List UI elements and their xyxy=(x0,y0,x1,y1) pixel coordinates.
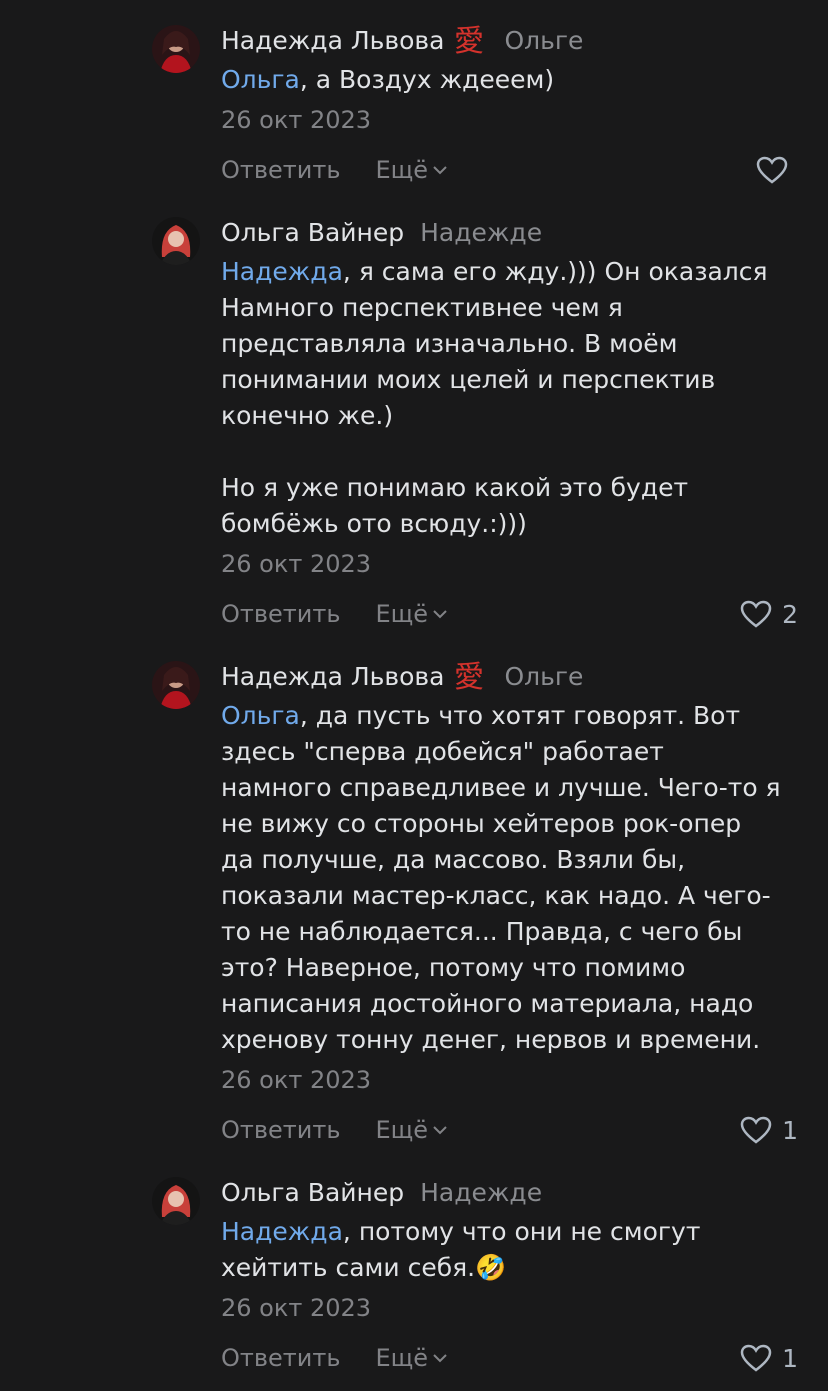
svg-text:愛: 愛 xyxy=(454,24,484,57)
more-button[interactable]: Ещё xyxy=(375,156,448,184)
like-count: 2 xyxy=(782,599,798,629)
chevron-down-icon xyxy=(433,1354,447,1363)
mention-link[interactable]: Надежда xyxy=(221,1217,343,1246)
kanji-badge-icon: 愛 xyxy=(452,23,486,59)
comment-actions: Ответить Ещё xyxy=(221,150,798,190)
author-name[interactable]: Надежда Львова xyxy=(221,662,444,691)
comment-date[interactable]: 26 окт 2023 xyxy=(221,1290,798,1326)
comment-text: Надежда, я сама его жду.))) Он оказался … xyxy=(221,257,768,538)
svg-text:愛: 愛 xyxy=(454,660,484,693)
mention-link[interactable]: Надежда xyxy=(221,257,343,286)
comment-actions: Ответить Ещё 1 xyxy=(221,1338,798,1378)
comment-text: Ольга, а Воздух ждееем) xyxy=(221,65,555,94)
avatar[interactable] xyxy=(152,217,200,265)
comment-header: Ольга Вайнер Надежде xyxy=(221,214,798,250)
author-name[interactable]: Надежда Львова xyxy=(221,26,444,55)
mention-link[interactable]: Ольга xyxy=(221,701,300,730)
heart-icon xyxy=(740,1344,772,1372)
reply-button[interactable]: Ответить xyxy=(221,600,340,628)
like-button[interactable] xyxy=(756,156,798,184)
like-button[interactable]: 1 xyxy=(740,1116,798,1145)
avatar[interactable] xyxy=(152,661,200,709)
reply-button[interactable]: Ответить xyxy=(221,156,340,184)
reply-to-name[interactable]: Надежде xyxy=(420,218,542,247)
comment-date[interactable]: 26 окт 2023 xyxy=(221,102,798,138)
avatar[interactable] xyxy=(152,1177,200,1225)
chevron-down-icon xyxy=(433,166,447,175)
reply-to-name[interactable]: Ольге xyxy=(504,662,583,691)
reply-button[interactable]: Ответить xyxy=(221,1344,340,1372)
author-name[interactable]: Ольга Вайнер xyxy=(221,1178,404,1207)
heart-icon xyxy=(756,156,788,184)
heart-icon xyxy=(740,600,772,628)
comment-text: Ольга, да пусть что хотят говорят. Вот з… xyxy=(221,701,781,1054)
like-count: 1 xyxy=(782,1115,798,1145)
chevron-down-icon xyxy=(433,1126,447,1135)
like-button[interactable]: 2 xyxy=(740,600,798,629)
chevron-down-icon xyxy=(433,610,447,619)
comment-date[interactable]: 26 окт 2023 xyxy=(221,546,798,582)
comment-header: Надежда Львова 愛 Ольге xyxy=(221,22,798,59)
comment-actions: Ответить Ещё 2 xyxy=(221,594,798,634)
author-name[interactable]: Ольга Вайнер xyxy=(221,218,404,247)
comment-date[interactable]: 26 окт 2023 xyxy=(221,1062,798,1098)
like-count: 1 xyxy=(782,1343,798,1373)
comment-header: Надежда Львова 愛 Ольге xyxy=(221,658,798,695)
mention-link[interactable]: Ольга xyxy=(221,65,300,94)
reply-to-name[interactable]: Ольге xyxy=(504,26,583,55)
comments-feed: Надежда Львова 愛 Ольге Ольга, а Воздух ж… xyxy=(0,0,828,1391)
avatar[interactable] xyxy=(152,25,200,73)
more-button[interactable]: Ещё xyxy=(375,600,448,628)
heart-icon xyxy=(740,1116,772,1144)
comment-header: Ольга Вайнер Надежде xyxy=(221,1174,798,1210)
reply-button[interactable]: Ответить xyxy=(221,1116,340,1144)
reply-to-name[interactable]: Надежде xyxy=(420,1178,542,1207)
comment-actions: Ответить Ещё 1 xyxy=(221,1110,798,1150)
more-button[interactable]: Ещё xyxy=(375,1344,448,1372)
kanji-badge-icon: 愛 xyxy=(452,659,486,695)
comment-text: Надежда, потому что они не смогут хейтит… xyxy=(221,1217,701,1282)
more-button[interactable]: Ещё xyxy=(375,1116,448,1144)
like-button[interactable]: 1 xyxy=(740,1344,798,1373)
